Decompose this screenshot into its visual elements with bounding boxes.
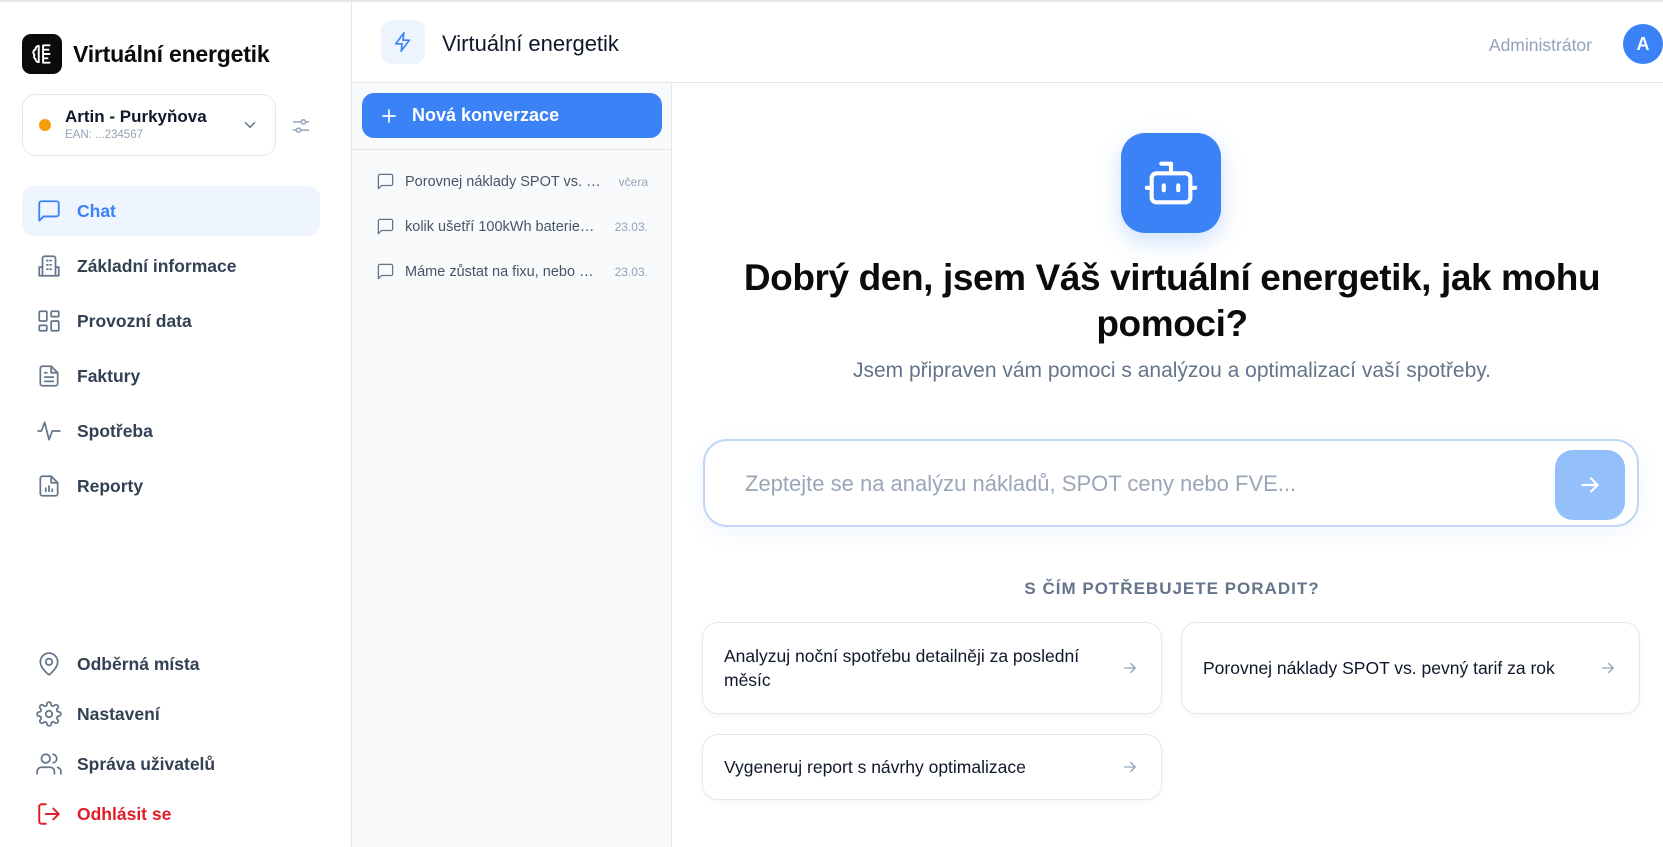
suggestion-text: Porovnej náklady SPOT vs. pevný tarif za… — [1203, 658, 1555, 678]
conversation-item[interactable]: kolik ušetří 100kWh baterie s FVE 23.03. — [352, 204, 672, 249]
suggestion-card[interactable]: Vygeneruj report s návrhy optimalizace — [702, 734, 1162, 800]
suggestion-card[interactable]: Porovnej náklady SPOT vs. pevný tarif za… — [1181, 622, 1640, 714]
bottom-nav: Odběrná místa Nastavení Správa uživatelů… — [22, 642, 320, 842]
site-filter-button[interactable] — [290, 115, 312, 137]
conversation-item[interactable]: Porovnej náklady SPOT vs. pevný tarif za… — [352, 159, 672, 204]
nav-item-consumption[interactable]: Spotřeba — [22, 406, 320, 456]
avatar[interactable]: A — [1623, 24, 1663, 64]
conversation-title: Porovnej náklady SPOT vs. pevný tarif za… — [405, 173, 601, 190]
bot-icon — [1121, 133, 1221, 233]
message-square-icon — [377, 263, 394, 280]
site-selector[interactable]: Artin - Purkyňova EAN: ...234567 — [22, 94, 276, 156]
nav-label: Provozní data — [77, 310, 192, 331]
users-icon — [36, 753, 62, 775]
divider — [352, 149, 672, 150]
file-chart-icon — [39, 475, 59, 497]
nav-item-operational-data[interactable]: Provozní data — [22, 296, 320, 346]
nav-item-chat[interactable]: Chat — [22, 186, 320, 236]
sliders-icon — [292, 119, 310, 133]
site-status-dot — [39, 119, 51, 131]
nav-label: Odhlásit se — [77, 803, 172, 824]
brand[interactable]: Virtuální energetik — [22, 34, 270, 74]
nav-label: Správa uživatelů — [77, 753, 216, 774]
chevron-down-icon — [244, 122, 256, 128]
conversation-list: Porovnej náklady SPOT vs. pevný tarif za… — [352, 159, 672, 294]
nav-item-logout[interactable]: Odhlásit se — [22, 792, 320, 836]
site-name: Artin - Purkyňova — [65, 107, 207, 126]
conversation-panel: Nová konverzace Porovnej náklady SPOT vs… — [352, 83, 672, 847]
brand-logo-icon — [22, 34, 62, 74]
nav-label: Spotřeba — [77, 420, 153, 441]
conversation-date: 23.03. — [614, 264, 648, 279]
send-button[interactable] — [1555, 450, 1625, 520]
nav-item-basic-info[interactable]: Základní informace — [22, 241, 320, 291]
suggestion-card[interactable]: Analyzuj noční spotřebu detailněji za po… — [702, 622, 1162, 714]
building-icon — [38, 255, 60, 277]
message-square-icon — [377, 173, 394, 190]
plus-icon — [382, 108, 396, 123]
message-square-icon — [377, 218, 394, 235]
page-title: Virtuální energetik — [442, 31, 619, 56]
conversation-title: Máme zůstat na fixu, nebo jít na SPOT? — [405, 263, 597, 280]
logout-icon — [38, 803, 60, 825]
new-conversation-label: Nová konverzace — [412, 105, 560, 125]
gear-icon — [36, 701, 62, 727]
chat-input[interactable] — [745, 465, 1525, 503]
welcome-subtitle: Jsem připraven vám pomoci s analýzou a o… — [852, 359, 1492, 382]
new-conversation-button[interactable]: Nová konverzace — [362, 93, 662, 138]
conversation-date: včera — [618, 174, 648, 189]
arrow-right-icon — [1602, 662, 1614, 674]
arrow-right-icon — [1581, 477, 1599, 493]
layout-grid-icon — [38, 310, 60, 332]
message-square-icon — [38, 200, 60, 222]
suggestion-text: Vygeneruj report s návrhy optimalizace — [724, 757, 1026, 777]
main-nav: Chat Základní informace Provozní data Fa… — [22, 186, 320, 516]
top-header: Virtuální energetik Administrátor A — [352, 0, 1663, 83]
nav-item-supply-points[interactable]: Odběrná místa — [22, 642, 320, 686]
user-name: Administrátor — [1488, 35, 1592, 55]
nav-item-reports[interactable]: Reporty — [22, 461, 320, 511]
conversation-date: 23.03. — [614, 219, 648, 234]
bolt-icon — [381, 20, 425, 64]
arrow-right-icon — [1124, 761, 1136, 773]
nav-label: Chat — [77, 200, 116, 221]
map-pin-icon — [39, 652, 59, 676]
welcome-title: Dobrý den, jsem Váš virtuální energetik,… — [743, 257, 1601, 344]
conversation-item[interactable]: Máme zůstat na fixu, nebo jít na SPOT? 2… — [352, 249, 672, 294]
suggestion-text: Analyzuj noční spotřebu detailněji za po… — [724, 646, 1080, 690]
nav-label: Základní informace — [77, 255, 237, 276]
chat-input-box — [703, 439, 1639, 527]
file-text-icon — [39, 365, 59, 387]
conversation-title: kolik ušetří 100kWh baterie s FVE — [405, 218, 597, 235]
nav-label: Odběrná místa — [77, 653, 200, 674]
nav-item-user-management[interactable]: Správa uživatelů — [22, 742, 320, 786]
nav-item-settings[interactable]: Nastavení — [22, 692, 320, 736]
nav-label: Nastavení — [77, 703, 160, 724]
nav-label: Faktury — [77, 365, 141, 386]
arrow-right-icon — [1124, 662, 1136, 674]
sidebar: Virtuální energetik Artin - Purkyňova EA… — [0, 0, 352, 847]
site-ean: EAN: ...234567 — [65, 129, 143, 141]
site-text: Artin - Purkyňova EAN: ...234567 — [65, 107, 241, 143]
brand-name: Virtuální energetik — [73, 40, 270, 67]
suggestions-heading: S ČÍM POTŘEBUJETE PORADIT? — [1024, 579, 1320, 598]
nav-item-invoices[interactable]: Faktury — [22, 351, 320, 401]
chat-main: Dobrý den, jsem Váš virtuální energetik,… — [672, 83, 1663, 847]
nav-label: Reporty — [77, 475, 144, 496]
activity-icon — [37, 421, 61, 441]
